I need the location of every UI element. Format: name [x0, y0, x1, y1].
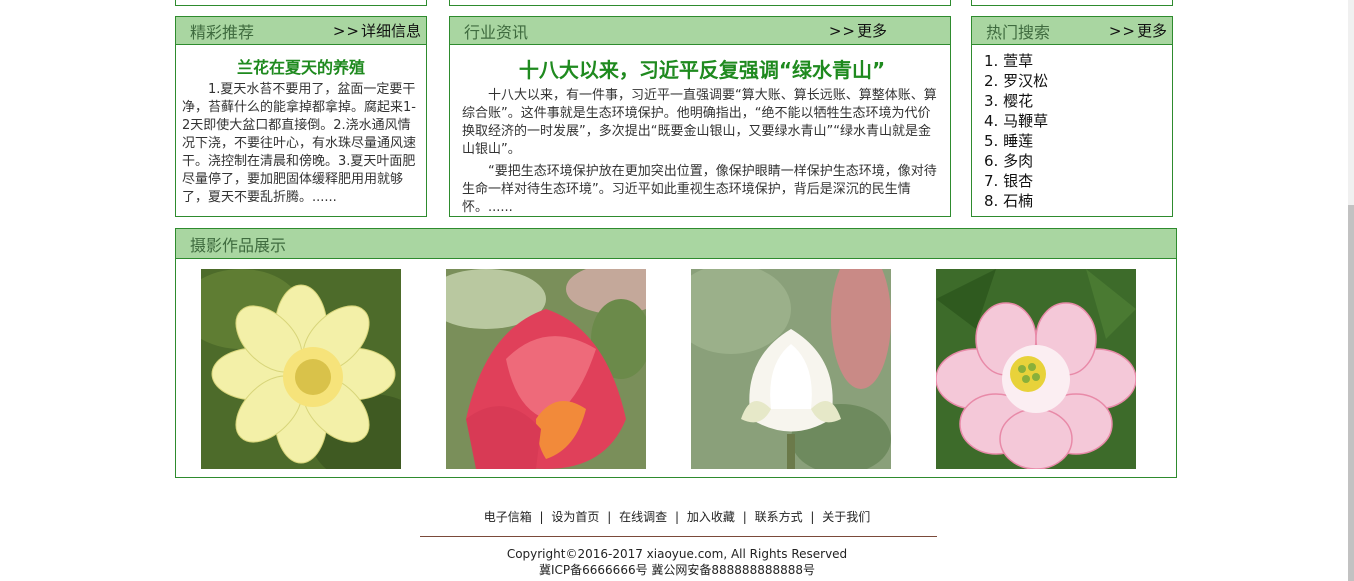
more-label: 更多: [856, 22, 887, 40]
footer-link-favorite[interactable]: 加入收藏: [687, 510, 735, 524]
news-paragraph-1: 十八大以来，有一件事，习近平一直强调要“算大账、算长远账、算整体账、算综合账”。…: [462, 88, 937, 157]
hot-search-item[interactable]: 7. 银杏: [984, 171, 1166, 191]
hot-search-item[interactable]: 4. 马鞭草: [984, 111, 1166, 131]
hot-search-item[interactable]: 2. 罗汉松: [984, 71, 1166, 91]
hot-search-list: 1. 萱草 2. 罗汉松 3. 樱花 4. 马鞭草 5. 睡莲 6. 多肉 7.…: [978, 51, 1166, 211]
footer-link-about[interactable]: 关于我们: [822, 510, 870, 524]
hot-top-edge: [971, 0, 1173, 6]
news-top-edge: [449, 0, 951, 6]
more-arrows: >>: [332, 22, 360, 40]
featured-header: 精彩推荐 >>详细信息: [176, 17, 426, 45]
hot-body: 1. 萱草 2. 罗汉松 3. 樱花 4. 马鞭草 5. 睡莲 6. 多肉 7.…: [972, 45, 1172, 217]
footer-links: 电子信箱 | 设为首页 | 在线调查 | 加入收藏 | 联系方式 | 关于我们: [0, 508, 1354, 525]
featured-top-edge: [175, 0, 427, 6]
white-lotus-bud-photo[interactable]: [691, 269, 891, 469]
featured-title: 精彩推荐: [190, 22, 255, 42]
featured-panel: 精彩推荐 >>详细信息 兰花在夏天的养殖 1.夏天水苔不要用了，盆面一定要干净，…: [175, 16, 427, 217]
footer-divider: [420, 536, 937, 537]
featured-more-link[interactable]: >>详细信息: [333, 20, 421, 41]
news-more-link[interactable]: >>更多: [829, 20, 887, 41]
footer-separator: |: [810, 510, 815, 524]
news-header: 行业资讯 >>更多: [450, 17, 950, 45]
footer-separator: |: [742, 510, 747, 524]
hot-search-panel: 热门搜索 >>更多 1. 萱草 2. 罗汉松 3. 樱花 4. 马鞭草 5. 睡…: [971, 16, 1173, 217]
pink-white-lotus-photo[interactable]: [936, 269, 1136, 469]
scrollbar-thumb[interactable]: [1348, 205, 1354, 581]
pink-lotus-bud-photo[interactable]: [446, 269, 646, 469]
photo-row: [176, 259, 1176, 477]
icp-text: 冀ICP备6666666号 冀公网安备888888888888号: [538, 563, 816, 577]
footer-separator: |: [674, 510, 680, 524]
footer-link-homepage[interactable]: 设为首页: [551, 510, 599, 524]
footer-link-survey[interactable]: 在线调查: [619, 510, 667, 524]
hot-header: 热门搜索 >>更多: [972, 17, 1172, 45]
featured-article-title[interactable]: 兰花在夏天的养殖: [182, 59, 420, 77]
more-arrows: >>: [1108, 22, 1136, 40]
featured-body: 兰花在夏天的养殖 1.夏天水苔不要用了，盆面一定要干净，苔藓什么的能拿掉都拿掉。…: [176, 45, 426, 213]
more-label: 详细信息: [360, 22, 421, 40]
footer-link-contact[interactable]: 联系方式: [755, 510, 803, 524]
copyright-text: Copyright©2016-2017 xiaoyue.com, All Rig…: [506, 547, 848, 561]
hot-search-item[interactable]: 6. 多肉: [984, 151, 1166, 171]
news-panel: 行业资讯 >>更多 十八大以来，习近平反复强调“绿水青山” 十八大以来，有一件事…: [449, 16, 951, 217]
featured-article-text: 1.夏天水苔不要用了，盆面一定要干净，苔藓什么的能拿掉都拿掉。腐起来1-2天即使…: [182, 82, 417, 205]
copyright-block: Copyright©2016-2017 xiaoyue.com, All Rig…: [0, 546, 1354, 578]
news-body: 十八大以来，习近平反复强调“绿水青山” 十八大以来，有一件事，习近平一直强调要“…: [450, 45, 950, 217]
hot-search-item[interactable]: 1. 萱草: [984, 51, 1166, 71]
footer-separator: |: [539, 510, 544, 524]
page-scrollbar[interactable]: [1348, 0, 1354, 581]
photo-gallery-panel: 摄影作品展示: [175, 228, 1177, 478]
news-paragraph-2: “要把生态环境保护放在更加突出位置，像保护眼睛一样保护生态环境，像对待生命一样对…: [462, 164, 937, 215]
footer-link-email[interactable]: 电子信箱: [484, 510, 532, 524]
news-title: 行业资讯: [464, 22, 529, 42]
gallery-title: 摄影作品展示: [190, 235, 287, 255]
hot-search-item[interactable]: 5. 睡莲: [984, 131, 1166, 151]
more-label: 更多: [1136, 22, 1167, 40]
news-article-title[interactable]: 十八大以来，习近平反复强调“绿水青山”: [462, 60, 942, 80]
hot-search-item[interactable]: 3. 樱花: [984, 91, 1166, 111]
hot-title: 热门搜索: [986, 22, 1051, 42]
gallery-header: 摄影作品展示: [176, 229, 1176, 259]
footer-separator: |: [607, 510, 612, 524]
more-arrows: >>: [828, 22, 856, 40]
hot-more-link[interactable]: >>更多: [1109, 20, 1167, 41]
yellow-lotus-photo[interactable]: [201, 269, 401, 469]
hot-search-item[interactable]: 8. 石楠: [984, 191, 1166, 211]
